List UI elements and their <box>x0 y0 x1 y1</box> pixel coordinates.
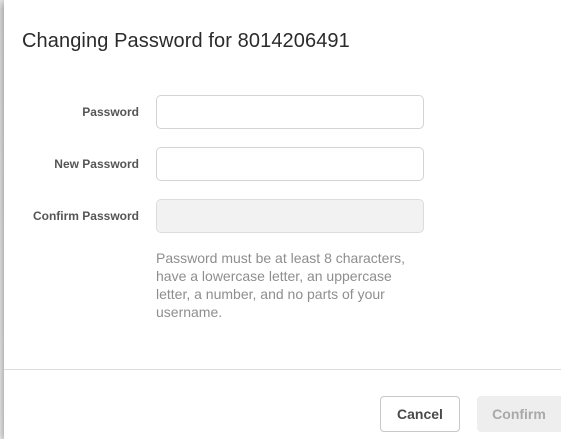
cancel-button[interactable]: Cancel <box>380 396 460 432</box>
password-input[interactable] <box>156 95 424 129</box>
change-password-dialog: Changing Password for 8014206491 Passwor… <box>4 0 561 439</box>
confirm-password-label: Confirm Password <box>32 209 139 223</box>
password-label: Password <box>82 105 139 119</box>
confirm-password-input[interactable] <box>156 199 424 233</box>
password-requirements-hint: Password must be at least 8 characters, … <box>156 250 405 320</box>
new-password-label: New Password <box>54 157 139 171</box>
new-password-input[interactable] <box>156 147 424 181</box>
confirm-button[interactable]: Confirm <box>477 396 561 432</box>
footer-divider <box>4 369 561 370</box>
dialog-title: Changing Password for 8014206491 <box>22 30 350 52</box>
